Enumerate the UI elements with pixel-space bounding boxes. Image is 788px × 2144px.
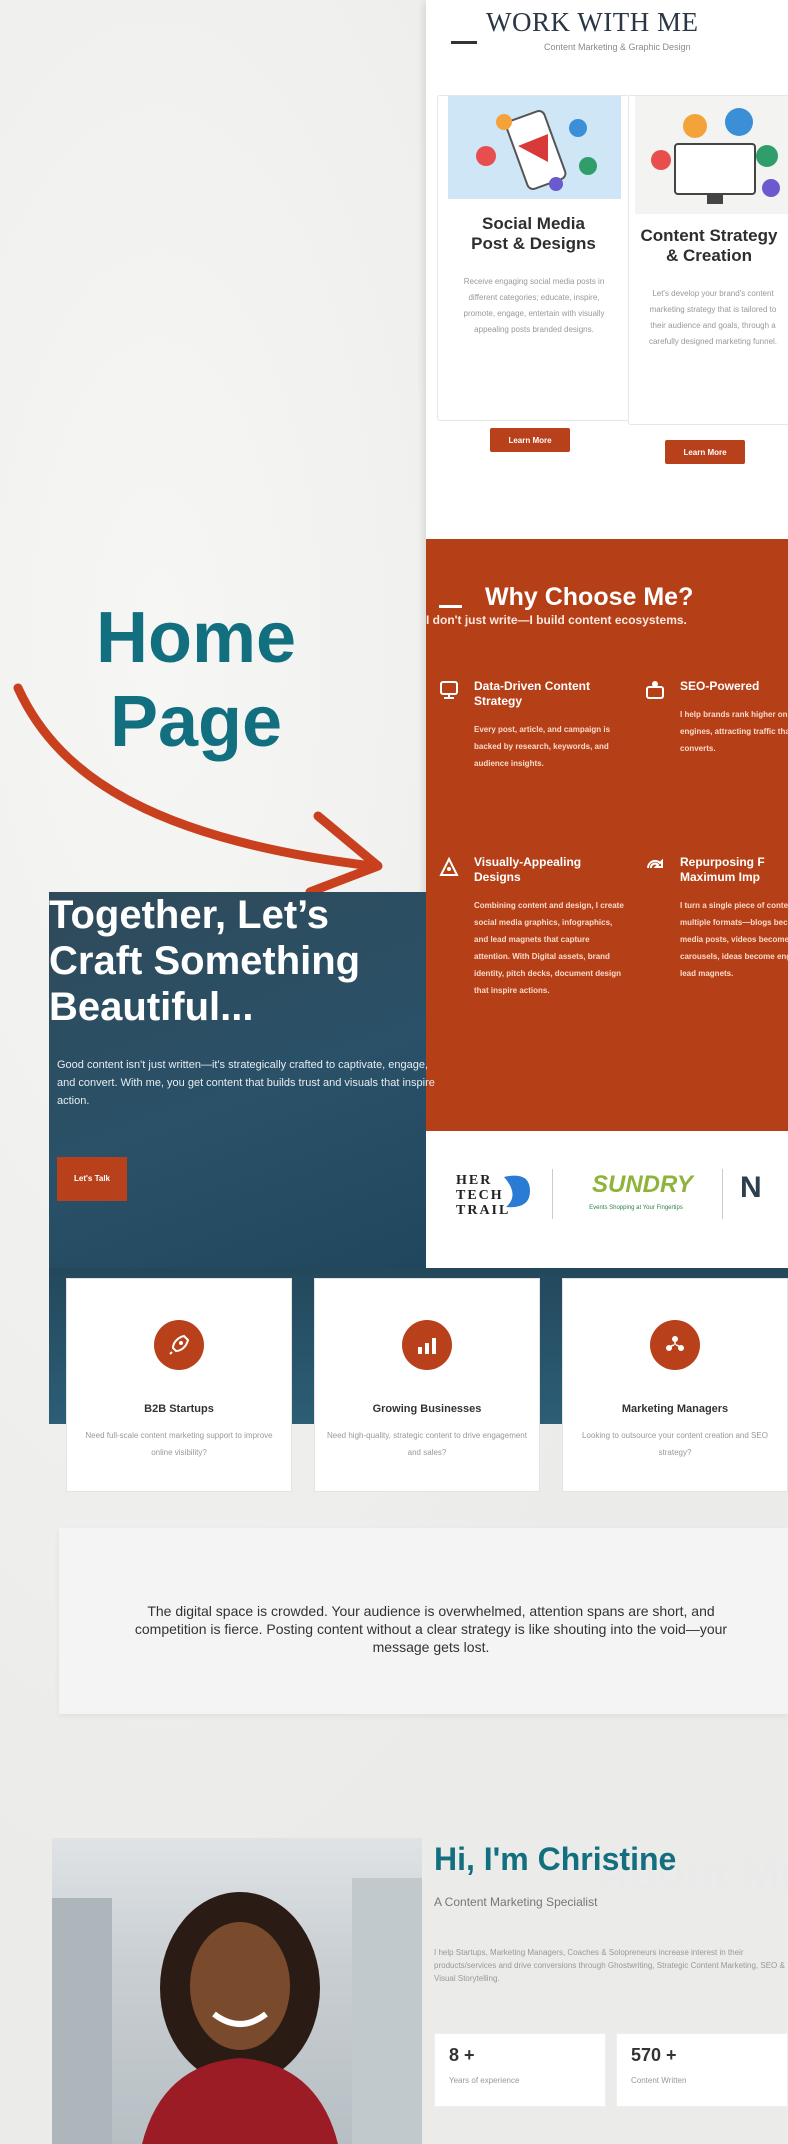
stat-content-written: 570 + Content Written xyxy=(616,2033,788,2107)
why-item-title: Visually-Appealing xyxy=(474,855,582,869)
logo-mark-icon xyxy=(500,1171,534,1211)
hero-title-line1: Together, Let’s xyxy=(49,893,330,937)
section-title-rule xyxy=(451,41,477,44)
services-title: WORK WITH ME xyxy=(486,7,699,37)
hero-section: Together, Let’s Craft Something Beautifu… xyxy=(49,892,435,1304)
logo-separator xyxy=(722,1169,723,1219)
christine-photo xyxy=(52,1838,422,2144)
content-marketing-illustration xyxy=(635,96,788,214)
why-item-title: SEO-Powered xyxy=(680,679,760,693)
services-subtitle: Content Marketing & Graphic Design xyxy=(544,42,691,52)
hero-title: Together, Let’s Craft Something Beautifu… xyxy=(49,892,360,1030)
service-card-strategy: Content Strategy & Creation Let's develo… xyxy=(628,95,788,464)
why-item-title: Data-Driven Content xyxy=(474,679,591,693)
learn-more-button[interactable]: Learn More xyxy=(490,428,570,452)
audience-card-growing: Growing Businesses Need high-quality, st… xyxy=(314,1278,540,1492)
problem-statement: The digital space is crowded. Your audie… xyxy=(59,1528,788,1714)
seo-icon xyxy=(644,679,666,701)
stat-label: Years of experience xyxy=(449,2076,520,2085)
why-title: Why Choose Me? xyxy=(485,583,694,611)
social-media-illustration xyxy=(448,96,621,199)
audience-text: Looking to outsource your content creati… xyxy=(582,1431,768,1457)
why-item-title-line2: Maximum Imp xyxy=(680,870,761,884)
why-item-text: I help brands rank higher on search engi… xyxy=(680,710,788,753)
section-title-rule xyxy=(439,605,462,608)
service-card-text: Let's develop your brand's content marke… xyxy=(648,289,778,346)
why-item-text: Every post, article, and campaign is bac… xyxy=(474,725,611,768)
why-item-title-line2: Strategy xyxy=(474,694,523,708)
client-logos: HER TECH TRAIL SUNDRY Events Shopping at… xyxy=(426,1131,788,1268)
audience-text: Need high-quality, strategic content to … xyxy=(327,1431,527,1457)
rocket-icon xyxy=(154,1320,204,1370)
hero-title-line3: Beautiful... xyxy=(49,985,254,1029)
team-icon xyxy=(650,1320,700,1370)
why-item-text: I turn a single piece of content into mu… xyxy=(680,901,788,978)
why-choose-me-section: Why Choose Me? I don't just write—I buil… xyxy=(426,539,788,1131)
strategy-icon xyxy=(438,679,460,701)
stat-value: 570 + xyxy=(631,2045,677,2065)
design-icon xyxy=(438,856,460,879)
logo-sundry-tagline: Events Shopping at Your Fingertips xyxy=(589,1205,683,1211)
service-card-title-line2: & Creation xyxy=(666,246,752,265)
growth-chart-icon xyxy=(402,1320,452,1370)
problem-statement-text: The digital space is crowded. Your audie… xyxy=(134,1603,728,1655)
hero-text: Good content isn't just written—it's str… xyxy=(57,1059,435,1107)
why-item-title: Repurposing F xyxy=(680,855,765,869)
service-card-title: Social Media xyxy=(482,214,585,233)
service-card-text: Receive engaging social media posts in d… xyxy=(463,277,605,334)
stat-value: 8 + xyxy=(449,2045,475,2065)
audience-text: Need full-scale content marketing suppor… xyxy=(85,1431,273,1457)
audience-title: B2B Startups xyxy=(144,1403,214,1415)
stat-label: Content Written xyxy=(631,2076,687,2085)
logo-n: N xyxy=(740,1171,762,1204)
logo-sundry: SUNDRY xyxy=(592,1171,693,1198)
audience-title: Growing Businesses xyxy=(372,1403,482,1415)
audience-card-b2b: B2B Startups Need full-scale content mar… xyxy=(66,1278,292,1492)
service-card-title-line2: Post & Designs xyxy=(471,234,596,253)
why-item-text: Combining content and design, I create s… xyxy=(474,901,624,995)
about-subtitle: A Content Marketing Specialist xyxy=(434,1895,598,1909)
annotation-arrow-icon xyxy=(13,683,383,897)
audience-card-managers: Marketing Managers Looking to outsource … xyxy=(562,1278,788,1492)
service-card-title: Content Strategy xyxy=(640,226,778,245)
stat-experience: 8 + Years of experience xyxy=(434,2033,606,2107)
logo-separator xyxy=(552,1169,553,1219)
learn-more-button[interactable]: Learn More xyxy=(665,440,745,464)
about-text: I help Startups, Marketing Managers, Coa… xyxy=(434,1948,785,1983)
service-card-social: Social Media Post & Designs Receive enga… xyxy=(437,95,630,452)
about-title: Hi, I'm Christine xyxy=(434,1841,677,1877)
repurpose-icon xyxy=(644,857,666,879)
audience-title: Marketing Managers xyxy=(621,1403,729,1415)
hero-title-line2: Craft Something xyxy=(49,939,361,983)
why-item-title-line2: Designs xyxy=(474,870,521,884)
lets-talk-button[interactable]: Let's Talk xyxy=(57,1157,127,1201)
why-subtitle: I don't just write—I build content ecosy… xyxy=(426,613,687,627)
services-panel: WORK WITH ME Content Marketing & Graphic… xyxy=(426,0,788,1268)
